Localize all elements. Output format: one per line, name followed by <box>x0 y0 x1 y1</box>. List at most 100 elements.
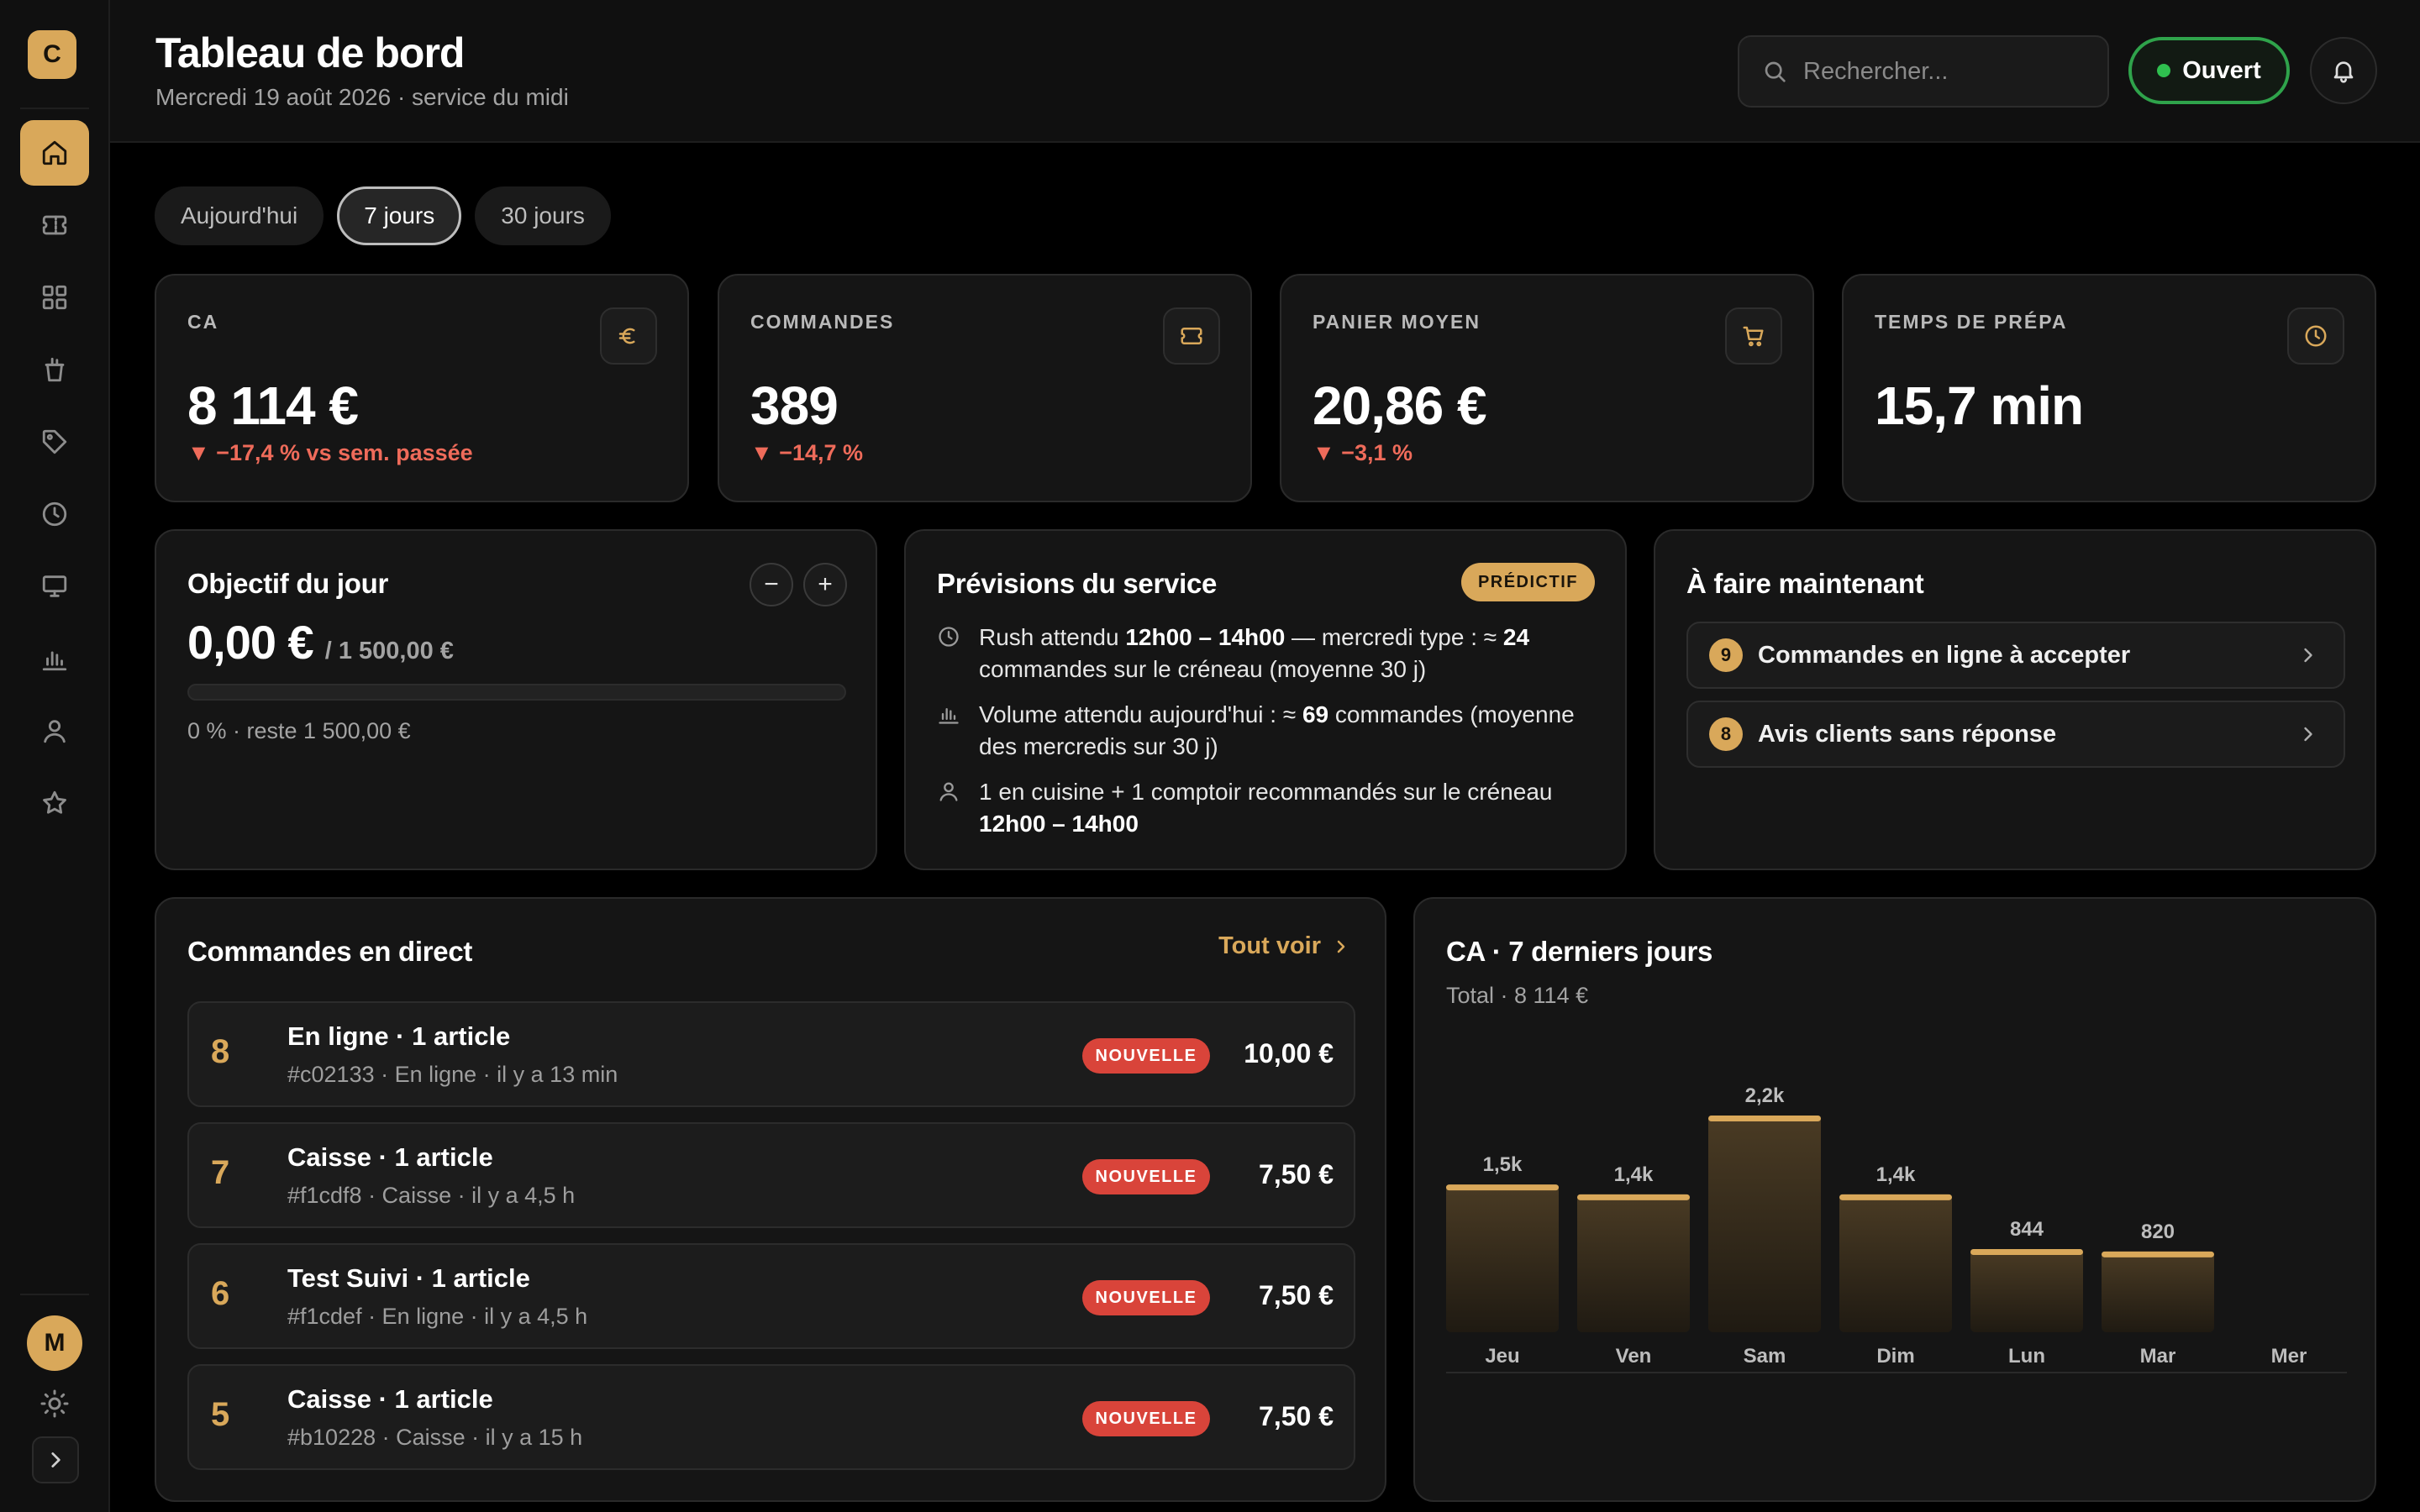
chart-bar[interactable] <box>1446 1184 1559 1332</box>
kpi-label: CA <box>187 311 219 333</box>
order-status-badge: NOUVELLE <box>1082 1280 1210 1315</box>
kpi-icon-box <box>600 307 657 365</box>
sidebar-item-tables[interactable] <box>20 265 89 330</box>
revenue-chart-card: CA · 7 derniers jours Total · 8 114 € 1,… <box>1413 897 2376 1502</box>
chart-x-tick-label: Ven <box>1616 1345 1652 1368</box>
tab-30-days[interactable]: 30 jours <box>475 186 611 245</box>
card-title: À faire maintenant <box>1686 568 1924 599</box>
search-input[interactable] <box>1803 57 2089 86</box>
order-row[interactable]: 6 Test Suivi · 1 article #f1cdef · En li… <box>187 1243 1355 1349</box>
chevron-right-icon <box>1337 940 1345 953</box>
see-all-link[interactable]: Tout voir <box>1218 932 1351 960</box>
chart-bar[interactable] <box>1839 1194 1952 1332</box>
order-number: 5 <box>211 1396 230 1433</box>
sidebar: C M <box>0 0 110 1512</box>
chevron-right-icon <box>51 1452 60 1467</box>
chart-bar-cap <box>1446 1184 1559 1191</box>
sidebar-item-reviews[interactable] <box>20 770 89 836</box>
order-amount: 7,50 € <box>1259 1159 1334 1189</box>
search-icon <box>1765 61 1786 82</box>
bar-chart-icon <box>42 651 67 671</box>
sidebar-item-orders[interactable] <box>20 192 89 258</box>
chart-x-tick-label: Jeu <box>1485 1345 1519 1368</box>
sidebar-item-stats[interactable] <box>20 626 89 691</box>
order-number: 7 <box>211 1154 230 1191</box>
sidebar-item-history[interactable] <box>20 481 89 547</box>
app-root: C M Tableau de bord Mercredi 19 août 202… <box>0 0 2420 1512</box>
chart-bar-cap <box>2102 1251 2214 1257</box>
sidebar-item-home[interactable] <box>20 120 89 186</box>
card-title: Objectif du jour <box>187 568 389 599</box>
forecast-card: Prévisions du service PRÉDICTIF Rush att… <box>904 529 1627 870</box>
expand-sidebar-button[interactable] <box>32 1436 79 1483</box>
chart-x-tick-label: Mer <box>2271 1345 2307 1368</box>
kpi-value: 8 114 € <box>187 375 359 436</box>
forecast-row: Volume attendu aujourd'hui : ≈ 69 comman… <box>937 699 1601 763</box>
ticket-icon <box>1181 328 1202 344</box>
tag-icon <box>42 429 67 454</box>
order-title: Test Suivi · 1 article <box>287 1263 530 1293</box>
kpi-delta: ▼ −17,4 % vs sem. passée <box>187 440 473 465</box>
notifications-button[interactable] <box>2310 37 2377 104</box>
kpi-value: 15,7 min <box>1875 375 2084 436</box>
order-amount: 7,50 € <box>1259 1280 1334 1310</box>
sidebar-divider <box>20 108 89 109</box>
goal-progress-bar <box>187 684 846 701</box>
top-header: Tableau de bord Mercredi 19 août 2026 · … <box>110 0 2420 143</box>
store-status-toggle[interactable]: Ouvert <box>2128 37 2290 104</box>
order-amount: 10,00 € <box>1244 1038 1334 1068</box>
chart-data-label: 1,4k <box>1876 1163 1916 1186</box>
forecast-row: Rush attendu 12h00 – 14h00 — mercredi ty… <box>937 622 1601 685</box>
monitor-icon <box>42 575 67 597</box>
card-title: Prévisions du service <box>937 568 1218 599</box>
brand-logo[interactable]: C <box>28 30 76 79</box>
order-status-badge: NOUVELLE <box>1082 1159 1210 1194</box>
chart-data-label: 2,2k <box>1745 1084 1785 1107</box>
search-box[interactable] <box>1738 35 2109 108</box>
decrease-goal-button[interactable]: − <box>750 563 793 606</box>
sidebar-item-promotions[interactable] <box>20 409 89 475</box>
chart-bar[interactable] <box>1577 1194 1690 1332</box>
order-meta: #b10228 · Caisse · il y a 15 h <box>287 1425 583 1450</box>
tab-today[interactable]: Aujourd'hui <box>155 186 324 245</box>
chart-title: CA · 7 derniers jours <box>1446 936 1713 967</box>
forecast-text: Volume attendu aujourd'hui : ≈ 69 comman… <box>979 701 1575 759</box>
kpi-card-prep-time: TEMPS DE PRÉPA 15,7 min <box>1842 274 2376 502</box>
order-number: 8 <box>211 1033 230 1070</box>
chart-subtitle: Total · 8 114 € <box>1446 983 1589 1008</box>
kpi-delta: ▼ −14,7 % <box>750 440 864 465</box>
daily-goal-card: Objectif du jour − + 0,00 € / 1 500,00 €… <box>155 529 877 870</box>
chart-bar[interactable] <box>1970 1249 2083 1332</box>
order-row[interactable]: 8 En ligne · 1 article #c02133 · En lign… <box>187 1001 1355 1107</box>
order-number: 6 <box>211 1275 230 1312</box>
kpi-icon-box <box>1725 307 1782 365</box>
sun-icon[interactable] <box>39 1389 70 1419</box>
tab-7-days[interactable]: 7 jours <box>337 186 462 245</box>
todo-item-unanswered-reviews[interactable]: 8 Avis clients sans réponse <box>1686 701 2345 768</box>
todo-item-pending-orders[interactable]: 9 Commandes en ligne à accepter <box>1686 622 2345 689</box>
order-row[interactable]: 5 Caisse · 1 article #b10228 · Caisse · … <box>187 1364 1355 1470</box>
kpi-value: 20,86 € <box>1313 375 1487 436</box>
sidebar-item-customers[interactable] <box>20 698 89 764</box>
sidebar-item-menu[interactable] <box>20 337 89 402</box>
order-amount: 7,50 € <box>1259 1401 1334 1431</box>
order-row[interactable]: 7 Caisse · 1 article #f1cdf8 · Caisse · … <box>187 1122 1355 1228</box>
forecast-row: 1 en cuisine + 1 comptoir recommandés su… <box>937 776 1601 840</box>
todo-label: Commandes en ligne à accepter <box>1758 641 2131 669</box>
sidebar-item-display[interactable] <box>20 554 89 619</box>
chart-bar[interactable] <box>1708 1116 1821 1332</box>
chart-bar[interactable] <box>2102 1251 2214 1332</box>
revenue-bar-chart: 1,5k Jeu 1,4k Ven 2,2k Sam 1,4k Dim 844 Lun 820 Mar… <box>1446 1084 2347 1373</box>
kpi-card-orders: COMMANDES 389 ▼ −14,7 % <box>718 274 1252 502</box>
kpi-label: PANIER MOYEN <box>1313 311 1481 333</box>
kpi-card-avg-basket: PANIER MOYEN 20,86 € ▼ −3,1 % <box>1280 274 1814 502</box>
chart-x-tick-label: Lun <box>2008 1345 2045 1368</box>
order-title: En ligne · 1 article <box>287 1021 511 1051</box>
chart-bar-cap <box>1708 1116 1821 1121</box>
order-status-badge: NOUVELLE <box>1082 1038 1210 1074</box>
increase-goal-button[interactable]: + <box>803 563 847 606</box>
avatar[interactable]: M <box>27 1315 82 1371</box>
sidebar-divider <box>20 1294 89 1295</box>
status-label: Ouvert <box>2182 56 2261 84</box>
chart-x-tick-label: Sam <box>1744 1345 1786 1368</box>
